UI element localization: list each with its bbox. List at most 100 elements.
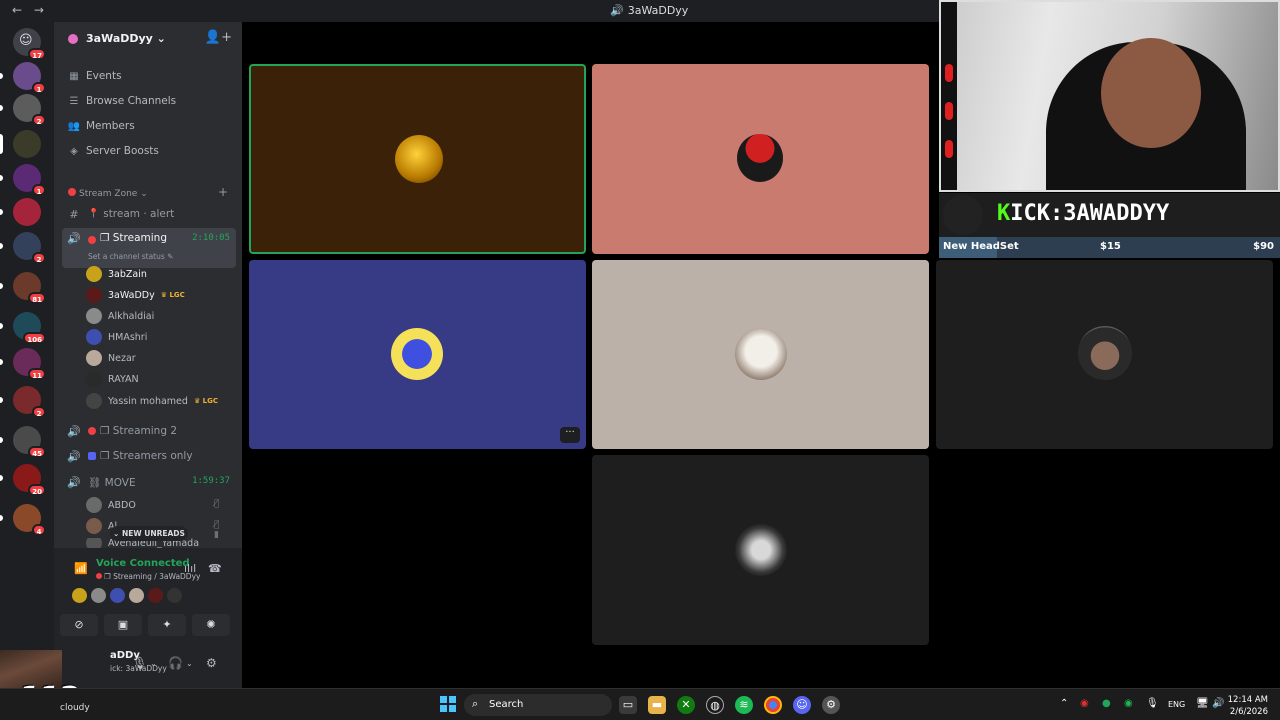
video-tile[interactable]: ··· <box>249 260 586 449</box>
avatar <box>86 350 102 366</box>
window-title-text: 3aWaDDyy <box>627 4 689 17</box>
channel-status[interactable]: Set a channel status ✎ <box>88 252 173 261</box>
gear-icon[interactable]: ⚙ <box>206 656 217 670</box>
avatar[interactable] <box>129 588 144 603</box>
server-folder[interactable]: 20 <box>0 464 46 496</box>
language-indicator[interactable]: ENG <box>1168 700 1185 709</box>
category-dot-icon <box>68 188 76 196</box>
network-icon[interactable]: 🖥 <box>1196 698 1209 709</box>
kick-handle: KICK:3AWADDYY <box>997 201 1170 226</box>
voice-connected-title[interactable]: Voice Connected <box>96 558 190 569</box>
tray-mic-icon[interactable]: 🎙 <box>1146 698 1159 709</box>
server-folder[interactable]: 45 <box>0 426 46 458</box>
server-icon[interactable]: 2 <box>0 94 46 126</box>
voice-user[interactable]: Yassin mohamed ♛ LGC <box>86 391 218 411</box>
xbox-icon[interactable]: ✕ <box>677 696 695 714</box>
menu-events[interactable]: ▦ Events <box>66 65 121 87</box>
category-label: Stream Zone ⌄ <box>79 189 148 199</box>
server-icon[interactable]: 1 <box>0 164 46 196</box>
server-folder[interactable]: 11 <box>0 348 46 380</box>
tray-app-icon[interactable]: ◉ <box>1080 698 1089 709</box>
microphone-icon[interactable]: 🎙 <box>132 656 147 670</box>
start-button[interactable] <box>440 696 456 712</box>
tray-overflow-icon[interactable]: ⌃ <box>1060 698 1068 709</box>
menu-browse-channels[interactable]: ☰ Browse Channels <box>66 90 177 112</box>
avatar[interactable] <box>167 588 182 603</box>
spotify-icon[interactable]: ≋ <box>735 696 753 714</box>
video-tile[interactable] <box>936 260 1273 449</box>
server-folder[interactable]: 2 <box>0 232 46 264</box>
volume-icon[interactable]: 🔊 <box>1212 698 1224 709</box>
create-channel-icon[interactable]: + <box>218 185 228 199</box>
server-icon[interactable] <box>0 198 41 226</box>
task-view-icon[interactable]: ▭ <box>619 696 637 714</box>
forward-button[interactable]: → <box>34 3 44 17</box>
video-tile[interactable] <box>592 260 929 449</box>
avatar[interactable] <box>148 588 163 603</box>
avatar[interactable] <box>72 588 87 603</box>
activities-button[interactable]: ✦ <box>148 614 186 636</box>
voice-user[interactable]: Nezar <box>86 348 136 368</box>
unread-badge: 2 <box>32 252 46 264</box>
settings-taskbar-icon[interactable]: ⚙ <box>822 696 840 714</box>
avatar[interactable] <box>91 588 106 603</box>
chevron-down-icon[interactable]: ⌄ <box>186 659 193 668</box>
screen-share-button[interactable]: ▣ <box>104 614 142 636</box>
more-options-button[interactable]: ··· <box>560 427 580 443</box>
unread-badge: 45 <box>28 446 46 458</box>
signal-icon[interactable]: 📶 <box>74 562 88 575</box>
server-icon-active[interactable] <box>0 130 41 158</box>
back-button[interactable]: ← <box>12 3 22 17</box>
unread-badge: 11 <box>28 368 46 380</box>
discord-taskbar-icon[interactable]: ☺ <box>793 696 811 714</box>
server-folder[interactable]: 81 <box>0 272 46 304</box>
tray-spotify-icon[interactable]: ◉ <box>1124 698 1133 709</box>
video-tile[interactable] <box>249 64 586 254</box>
new-unreads-button[interactable]: ⌄ NEW UNREADS <box>110 526 188 541</box>
server-header[interactable]: 3aWaDDyy ⌄ 👤+ <box>54 22 242 56</box>
channel-streaming[interactable]: 🔊 ❐ Streaming 2:10:05 Set a channel stat… <box>62 228 236 268</box>
taskbar-search[interactable]: ⌕ Search <box>464 694 612 716</box>
server-folder[interactable]: 4 <box>0 504 46 536</box>
voice-user[interactable]: RAYAN <box>86 369 139 389</box>
avatar <box>86 538 102 548</box>
headphones-icon[interactable]: 🎧 <box>168 656 183 670</box>
video-tile[interactable] <box>592 64 929 254</box>
video-tile[interactable] <box>592 455 929 645</box>
members-icon: 👥 <box>67 120 81 132</box>
server-icon[interactable]: 1 <box>0 62 46 94</box>
file-explorer-icon[interactable]: ▬ <box>648 696 666 714</box>
menu-server-boosts[interactable]: ◈ Server Boosts <box>66 140 159 162</box>
chrome-icon[interactable] <box>764 696 782 714</box>
voice-user[interactable]: 3aWaDDy ♛ LGC <box>86 285 185 305</box>
voice-speaker-icon: 🔊 <box>67 475 81 489</box>
unread-badge: 1 <box>32 184 46 196</box>
taskbar-clock[interactable]: 12:14 AM 2/6/2026 <box>1228 694 1268 718</box>
channel-move[interactable]: 🔊 ⛓ MOVE 1:59:37 <box>62 471 236 493</box>
app-icon[interactable]: ◍ <box>706 696 724 714</box>
channel-stream-alert[interactable]: # 📍 stream ‧ alert <box>62 203 236 225</box>
server-folder[interactable]: 106 <box>0 312 46 344</box>
noise-suppression-icon[interactable]: ılıl <box>184 562 196 575</box>
voice-user[interactable]: Alkhaldiai <box>86 306 154 326</box>
disconnect-icon[interactable]: ☎ <box>208 562 222 575</box>
speaker-icon: 🔊 <box>610 4 624 17</box>
menu-members[interactable]: 👥 Members <box>66 115 135 137</box>
menu-label: Browse Channels <box>86 95 177 107</box>
weather-widget[interactable]: cloudy <box>60 703 90 713</box>
home-button[interactable]: ☺ 17 <box>13 28 46 60</box>
category-stream-zone[interactable]: Stream Zone ⌄ <box>68 188 148 199</box>
channel-streamers-only[interactable]: 🔊 ❐ Streamers only <box>62 445 236 467</box>
chevron-down-icon[interactable]: ⌄ <box>150 659 157 668</box>
server-folder[interactable]: 2 <box>0 386 46 418</box>
soundboard-button[interactable]: ✺ <box>192 614 230 636</box>
tray-status-icon[interactable]: ● <box>1102 698 1111 709</box>
unread-badge: 2 <box>32 406 46 418</box>
camera-off-button[interactable]: ⊘ <box>60 614 98 636</box>
channel-streaming-2[interactable]: 🔊 ❐ Streaming 2 <box>62 420 236 442</box>
invite-icon[interactable]: 👤+ <box>205 30 232 45</box>
voice-user[interactable]: HMAshri <box>86 327 147 347</box>
avatar[interactable] <box>110 588 125 603</box>
voice-user[interactable]: ABDO 🎙̸ <box>86 495 219 515</box>
voice-user[interactable]: 3abZain <box>86 264 147 284</box>
